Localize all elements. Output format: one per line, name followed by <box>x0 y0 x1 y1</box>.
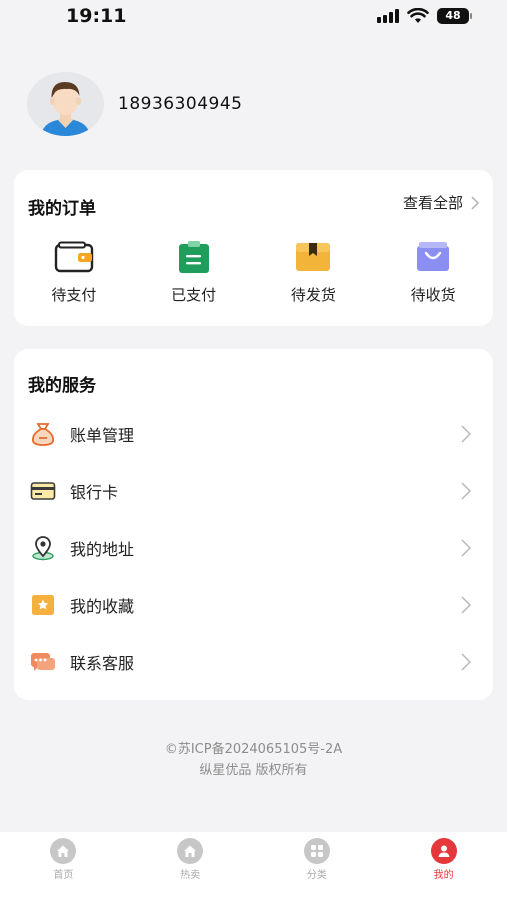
service-label: 账单管理 <box>70 425 135 445</box>
star-folder-icon <box>32 594 54 615</box>
money-bag-icon <box>32 422 54 446</box>
home-icon <box>177 838 204 864</box>
chevron-right-icon <box>461 481 471 500</box>
tab-home[interactable]: 首页 <box>0 832 127 900</box>
location-pin-icon <box>32 535 54 560</box>
chevron-right-icon <box>461 538 471 557</box>
shopping-bag-icon <box>417 242 450 271</box>
status-time: 19:11 <box>66 5 127 27</box>
chat-bubbles-icon <box>31 652 55 671</box>
tab-mine[interactable]: 我的 <box>380 832 507 900</box>
order-status-label: 已支付 <box>171 286 217 304</box>
wallet-icon <box>54 241 94 273</box>
order-status-list: 待支付 已支付 待发货 待收货 <box>14 240 493 305</box>
orders-title: 我的订单 <box>28 199 96 219</box>
bank-card-icon <box>30 481 56 500</box>
chevron-right-icon <box>461 652 471 671</box>
chevron-right-icon <box>471 195 479 210</box>
home-icon <box>50 838 77 864</box>
service-item-customer-service[interactable]: 联系客服 <box>14 633 493 690</box>
phone-number: 18936304945 <box>118 94 243 114</box>
clipboard-icon <box>178 241 209 273</box>
wifi-icon <box>407 8 429 23</box>
bottom-tab-bar: 首页 热卖 分类 我的 <box>0 832 507 900</box>
service-item-bank-card[interactable]: 银行卡 <box>14 462 493 519</box>
tab-label: 分类 <box>306 870 327 881</box>
order-status-label: 待收货 <box>410 286 456 304</box>
service-item-my-favorites[interactable]: 我的收藏 <box>14 576 493 633</box>
view-all-label: 查看全部 <box>402 194 463 212</box>
view-all-orders-link[interactable]: 查看全部 <box>403 192 479 213</box>
service-label: 我的收藏 <box>70 596 135 616</box>
service-item-my-address[interactable]: 我的地址 <box>14 519 493 576</box>
grid-icon <box>303 838 330 864</box>
tab-category[interactable]: 分类 <box>254 832 381 900</box>
chevron-right-icon <box>461 424 471 443</box>
tab-label: 热卖 <box>180 870 201 881</box>
order-status-awaiting-receipt[interactable]: 待收货 <box>373 240 493 305</box>
status-icons: 48 <box>377 8 472 24</box>
order-status-label: 待发货 <box>290 286 336 304</box>
tab-label: 我的 <box>433 870 454 881</box>
order-status-label: 待支付 <box>51 286 97 304</box>
package-icon <box>296 243 331 271</box>
service-label: 银行卡 <box>70 482 119 502</box>
user-icon <box>430 838 457 864</box>
signal-icon <box>377 9 399 23</box>
copyright-text: 纵星优品 版权所有 <box>199 763 308 778</box>
service-list: 账单管理 银行卡 我的地址 我的收藏 联系客服 <box>14 405 493 690</box>
icp-license-text: ©苏ICP备2024065105号-2A <box>164 742 343 757</box>
chevron-right-icon <box>461 595 471 614</box>
order-status-paid[interactable]: 已支付 <box>134 240 254 305</box>
battery-icon: 48 <box>437 8 472 24</box>
service-item-bill-management[interactable]: 账单管理 <box>14 405 493 462</box>
status-bar: 19:11 48 <box>0 0 507 34</box>
orders-card: 我的订单 查看全部 待支付 已支付 待发货 待收货 <box>14 170 493 326</box>
avatar[interactable] <box>27 72 104 136</box>
user-avatar-icon <box>27 72 104 136</box>
order-status-awaiting-shipment[interactable]: 待发货 <box>254 240 374 305</box>
service-label: 我的地址 <box>70 539 135 559</box>
services-card: 我的服务 账单管理 银行卡 我的地址 我的收藏 联系客服 <box>14 349 493 700</box>
service-label: 联系客服 <box>70 653 135 673</box>
order-status-pending-payment[interactable]: 待支付 <box>14 240 134 305</box>
profile-header[interactable]: 18936304945 <box>27 72 242 136</box>
tab-label: 首页 <box>53 870 74 881</box>
services-title: 我的服务 <box>28 376 96 396</box>
tab-hot-sale[interactable]: 热卖 <box>127 832 254 900</box>
